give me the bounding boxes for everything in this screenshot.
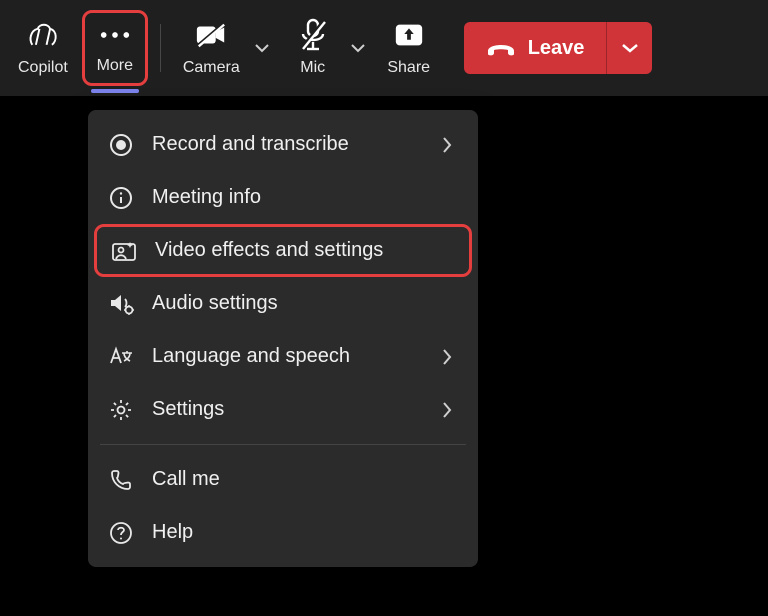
more-dropdown-menu: Record and transcribe Meeting info Video… (88, 110, 478, 567)
chevron-down-icon (254, 43, 270, 53)
audio-settings-icon (108, 291, 134, 317)
chevron-right-icon (442, 401, 458, 419)
toolbar-divider (160, 24, 161, 72)
camera-button[interactable]: Camera (173, 10, 250, 86)
more-button[interactable]: More (82, 10, 148, 86)
mic-label: Mic (300, 59, 325, 77)
menu-item-settings[interactable]: Settings (88, 383, 478, 436)
video-effects-icon (111, 238, 137, 264)
share-button[interactable]: Share (376, 10, 442, 86)
menu-label: Call me (152, 468, 458, 491)
more-label: More (97, 57, 133, 75)
chevron-right-icon (442, 136, 458, 154)
camera-label: Camera (183, 59, 240, 77)
menu-item-language[interactable]: Language and speech (88, 330, 478, 383)
menu-label: Help (152, 521, 458, 544)
menu-item-help[interactable]: Help (88, 506, 478, 559)
copilot-button[interactable]: Copilot (8, 10, 78, 86)
share-icon (393, 19, 425, 51)
phone-icon (108, 467, 134, 493)
hangup-icon (486, 39, 516, 57)
leave-button-group: Leave (464, 22, 653, 74)
menu-item-call-me[interactable]: Call me (88, 453, 478, 506)
chevron-down-icon (350, 43, 366, 53)
menu-item-meeting-info[interactable]: Meeting info (88, 171, 478, 224)
help-icon (108, 520, 134, 546)
menu-label: Meeting info (152, 186, 458, 209)
meeting-toolbar: Copilot More Camera (0, 0, 768, 96)
more-icon (99, 21, 131, 49)
menu-label: Record and transcribe (152, 133, 424, 156)
more-active-indicator (91, 89, 139, 93)
chevron-down-icon (621, 42, 639, 54)
mic-off-icon (297, 19, 329, 51)
menu-label: Video effects and settings (155, 239, 455, 262)
menu-item-record[interactable]: Record and transcribe (88, 118, 478, 171)
mic-options-button[interactable] (344, 30, 372, 66)
camera-options-button[interactable] (248, 30, 276, 66)
gear-icon (108, 397, 134, 423)
chevron-right-icon (442, 348, 458, 366)
info-icon (108, 185, 134, 211)
menu-separator (100, 444, 466, 445)
menu-label: Audio settings (152, 292, 458, 315)
leave-options-button[interactable] (606, 22, 652, 74)
leave-button[interactable]: Leave (464, 22, 607, 74)
leave-label: Leave (528, 37, 585, 60)
menu-item-video-effects[interactable]: Video effects and settings (94, 224, 472, 277)
menu-label: Settings (152, 398, 424, 421)
record-icon (108, 132, 134, 158)
share-label: Share (387, 59, 430, 77)
mic-button[interactable]: Mic (280, 10, 346, 86)
camera-off-icon (195, 19, 227, 51)
menu-item-audio-settings[interactable]: Audio settings (88, 277, 478, 330)
copilot-icon (27, 19, 59, 51)
copilot-label: Copilot (18, 59, 68, 77)
menu-label: Language and speech (152, 345, 424, 368)
language-icon (108, 344, 134, 370)
